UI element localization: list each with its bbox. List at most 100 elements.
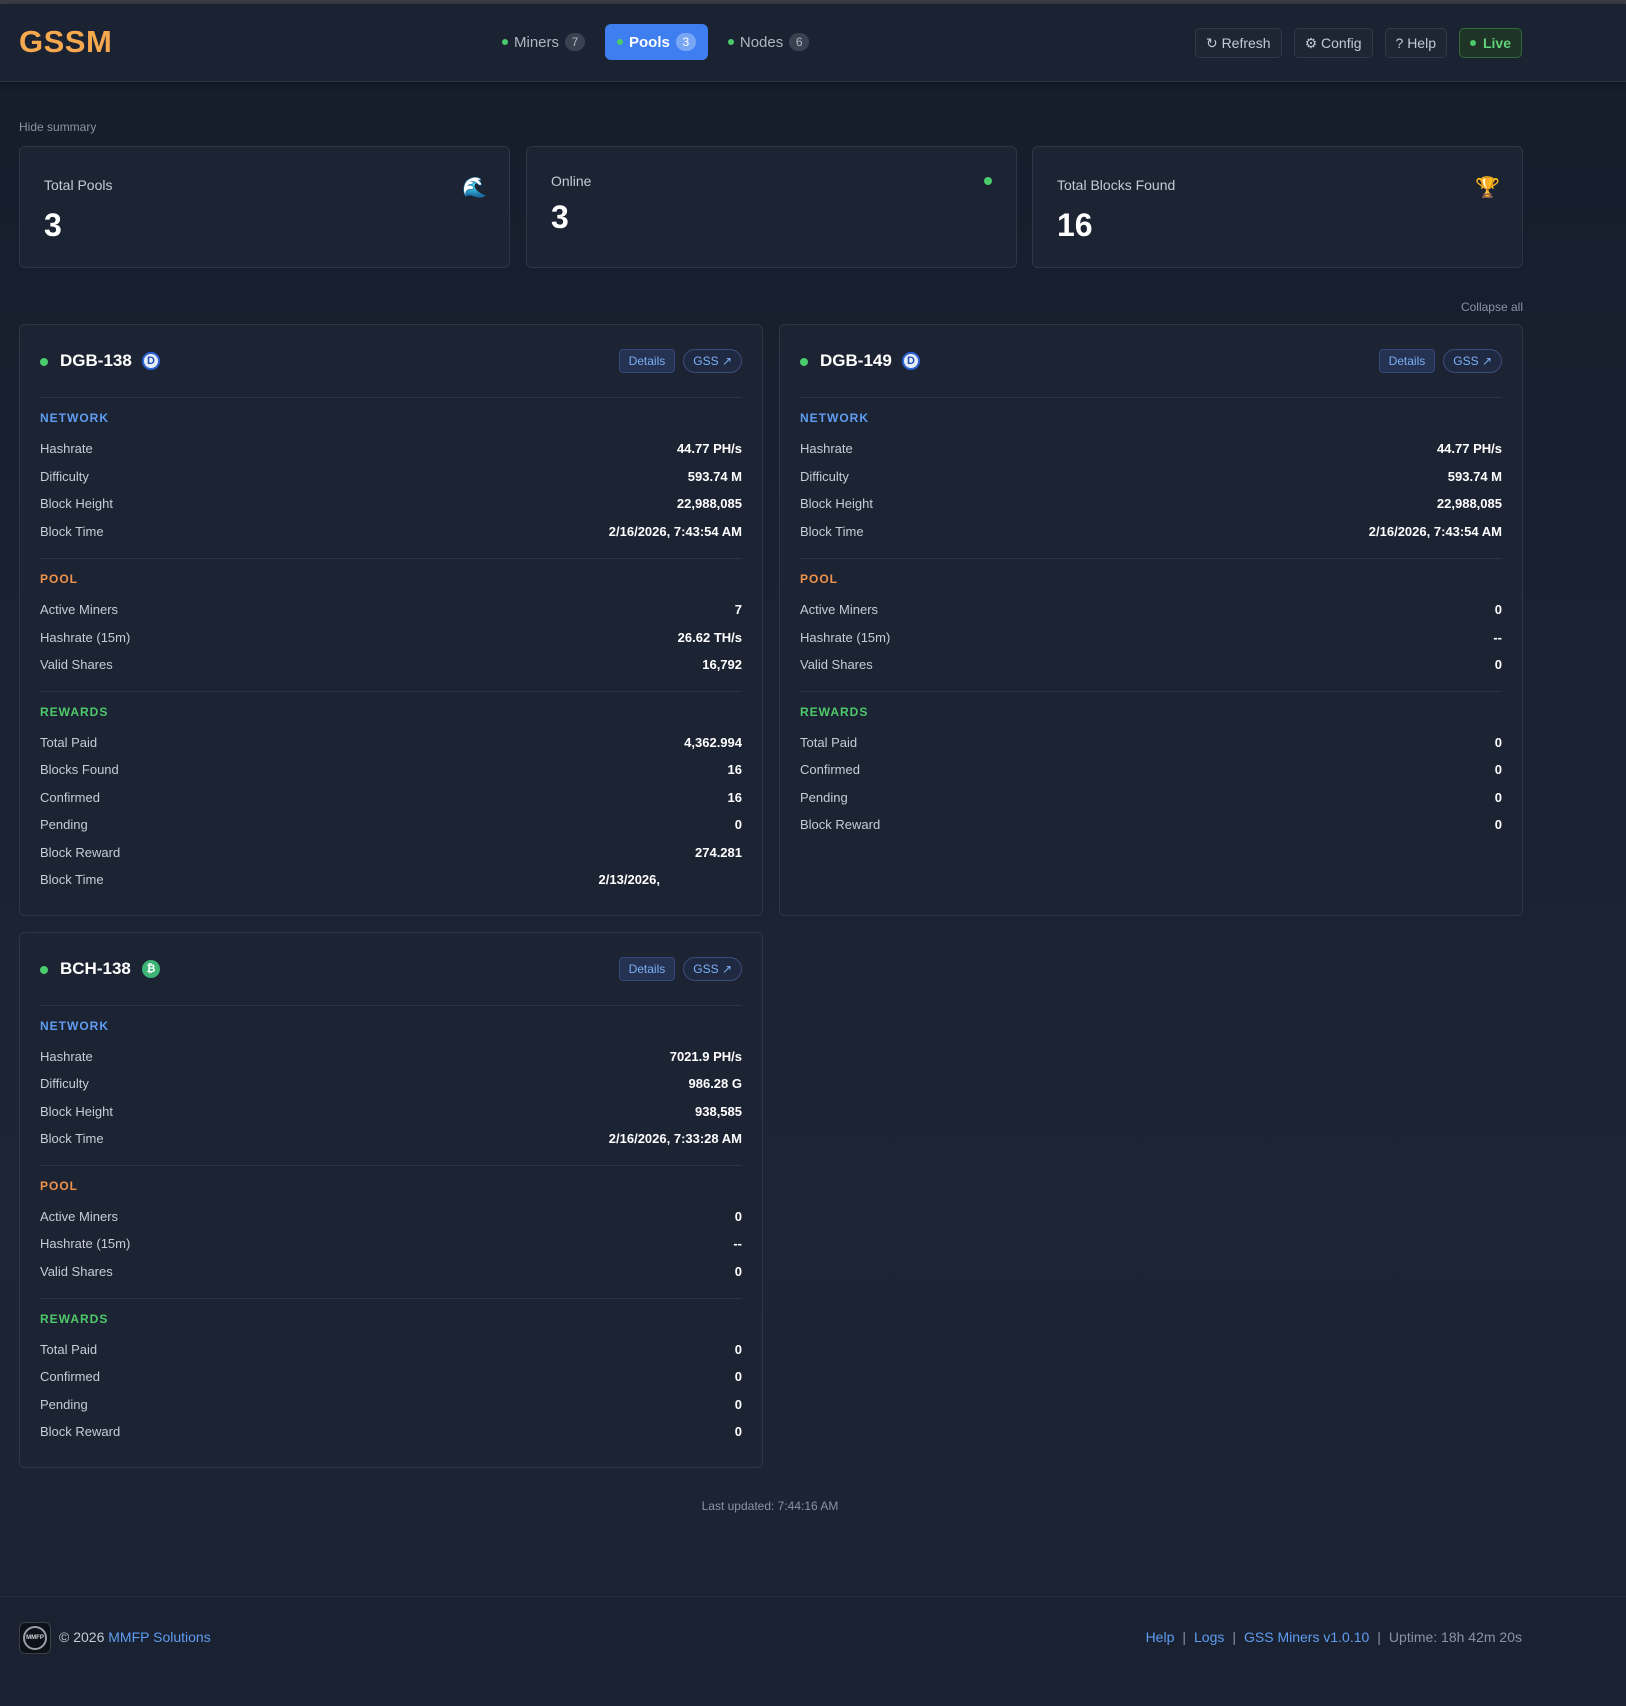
section-title-pool: POOL xyxy=(40,572,79,586)
details-button[interactable]: Details xyxy=(618,349,676,373)
summary-value: 3 xyxy=(551,199,569,235)
stat-value: 0 xyxy=(734,817,742,832)
company-logo-icon: MMFP xyxy=(19,1622,51,1654)
pool-card-buttons: Details GSS ↗ xyxy=(1378,349,1502,373)
divider xyxy=(40,1165,742,1166)
divider xyxy=(800,397,1502,398)
stat-value: 938,585 xyxy=(695,1104,742,1119)
summary-value: 3 xyxy=(44,207,62,243)
stat-value: 16 xyxy=(727,790,742,805)
stat-row: Blocks Found 16 xyxy=(40,762,742,782)
stat-value: 0 xyxy=(734,1264,742,1279)
details-button[interactable]: Details xyxy=(1378,349,1436,373)
pool-card-header[interactable]: BCH-138 ₿ Details GSS ↗ xyxy=(40,955,742,985)
section-title-network: NETWORK xyxy=(800,411,869,425)
config-button[interactable]: ⚙ Config xyxy=(1293,28,1373,58)
stat-row: Valid Shares 0 xyxy=(40,1264,742,1284)
stat-label: Pending xyxy=(800,790,848,805)
stat-row: Difficulty 593.74 M xyxy=(40,469,742,489)
status-dot-icon xyxy=(502,39,508,45)
stat-row: Hashrate 44.77 PH/s xyxy=(40,441,742,461)
stat-label: Active Miners xyxy=(40,1209,119,1224)
status-dot-icon xyxy=(617,39,624,45)
section-title-network: NETWORK xyxy=(40,411,109,425)
stat-value: 0 xyxy=(1494,790,1502,805)
section-title-pool: POOL xyxy=(800,572,839,586)
stat-row: Block Height 938,585 xyxy=(40,1104,742,1124)
stat-label: Difficulty xyxy=(40,469,89,484)
pool-name: BCH-138 xyxy=(60,959,131,978)
stat-label: Hashrate (15m) xyxy=(800,630,891,645)
app-logo[interactable]: GSSM xyxy=(19,24,112,60)
main-nav: Miners 7 Pools 3 Nodes 6 xyxy=(490,24,821,60)
live-label: Live xyxy=(1482,35,1511,51)
stat-value: 2/16/2026, 7:33:28 AM xyxy=(608,1131,742,1146)
stat-row: Valid Shares 16,792 xyxy=(40,657,742,677)
footer-separator: | xyxy=(1232,1629,1236,1645)
pool-card-header[interactable]: DGB-149 D Details GSS ↗ xyxy=(800,347,1502,377)
stat-label: Pending xyxy=(40,817,88,832)
stat-value: 0 xyxy=(734,1424,742,1439)
gss-external-link-button[interactable]: GSS ↗ xyxy=(683,349,742,373)
hide-summary-link[interactable]: Hide summary xyxy=(19,120,96,134)
stat-row: Confirmed 16 xyxy=(40,790,742,810)
count-badge: 6 xyxy=(789,33,810,51)
footer-version-link[interactable]: GSS Miners v1.0.10 xyxy=(1244,1629,1369,1645)
stat-label: Hashrate xyxy=(800,441,853,456)
status-dot-icon xyxy=(984,177,992,185)
divider xyxy=(800,558,1502,559)
footer-links: Help | Logs | GSS Miners v1.0.10 | Uptim… xyxy=(1146,1629,1522,1645)
divider xyxy=(40,1298,742,1299)
stat-label: Block Time xyxy=(40,524,104,539)
gss-external-link-button[interactable]: GSS ↗ xyxy=(1443,349,1502,373)
pool-card-header[interactable]: DGB-138 D Details GSS ↗ xyxy=(40,347,742,377)
stat-row: Pending 0 xyxy=(40,1397,742,1417)
footer-help-link[interactable]: Help xyxy=(1146,1629,1175,1645)
stat-row: Total Paid 0 xyxy=(800,735,1502,755)
stat-value: 22,988,085 xyxy=(1436,496,1502,511)
summary-label: Online xyxy=(551,173,592,189)
tab-pools[interactable]: Pools 3 xyxy=(605,24,708,60)
stat-label: Block Height xyxy=(40,1104,113,1119)
tab-miners[interactable]: Miners 7 xyxy=(490,24,597,60)
tab-nodes[interactable]: Nodes 6 xyxy=(716,24,821,60)
footer-separator: | xyxy=(1182,1629,1186,1645)
count-badge: 7 xyxy=(565,33,586,51)
stat-row: Block Time 2/16/2026, 7:33:28 AM xyxy=(40,1131,742,1151)
app-header: GSSM Miners 7 Pools 3 Nodes 6 ↻ Refresh … xyxy=(0,4,1626,82)
stat-row: Active Miners 0 xyxy=(40,1209,742,1229)
tab-label: Pools xyxy=(629,33,670,51)
pool-card-dgb-149: DGB-149 D Details GSS ↗ NETWORK Hashrate… xyxy=(779,324,1523,916)
details-button[interactable]: Details xyxy=(618,957,676,981)
live-toggle-button[interactable]: Live xyxy=(1458,28,1522,58)
help-button[interactable]: ? Help xyxy=(1384,28,1447,58)
pool-name: DGB-149 xyxy=(820,351,892,370)
stat-value: 2/16/2026, 7:43:54 AM xyxy=(608,524,742,539)
company-link[interactable]: MMFP Solutions xyxy=(108,1629,210,1645)
stat-row: Hashrate 44.77 PH/s xyxy=(800,441,1502,461)
stat-value: 2/13/2026, xyxy=(598,872,660,887)
refresh-button[interactable]: ↻ Refresh xyxy=(1194,28,1282,58)
stat-row: Pending 0 xyxy=(800,790,1502,810)
stat-value: 0 xyxy=(734,1397,742,1412)
stat-row: Hashrate (15m) -- xyxy=(800,630,1502,650)
stat-label: Difficulty xyxy=(40,1076,89,1091)
stat-label: Confirmed xyxy=(800,762,860,777)
stat-label: Hashrate xyxy=(40,1049,93,1064)
stat-row: Block Reward 0 xyxy=(40,1424,742,1444)
stat-row: Total Paid 0 xyxy=(40,1342,742,1362)
stat-value: -- xyxy=(1493,630,1502,645)
collapse-all-link[interactable]: Collapse all xyxy=(1461,300,1523,314)
stat-row: Block Height 22,988,085 xyxy=(800,496,1502,516)
tab-label: Nodes xyxy=(739,33,784,51)
stat-label: Active Miners xyxy=(40,602,119,617)
stat-row: Hashrate 7021.9 PH/s xyxy=(40,1049,742,1069)
stat-value: 593.74 M xyxy=(1447,469,1502,484)
gss-external-link-button[interactable]: GSS ↗ xyxy=(683,957,742,981)
footer-logs-link[interactable]: Logs xyxy=(1194,1629,1224,1645)
stat-value: 986.28 G xyxy=(688,1076,743,1091)
stat-value: -- xyxy=(733,1236,742,1251)
stat-row: Block Reward 0 xyxy=(800,817,1502,837)
stat-label: Confirmed xyxy=(40,790,100,805)
stat-value: 0 xyxy=(1494,817,1502,832)
